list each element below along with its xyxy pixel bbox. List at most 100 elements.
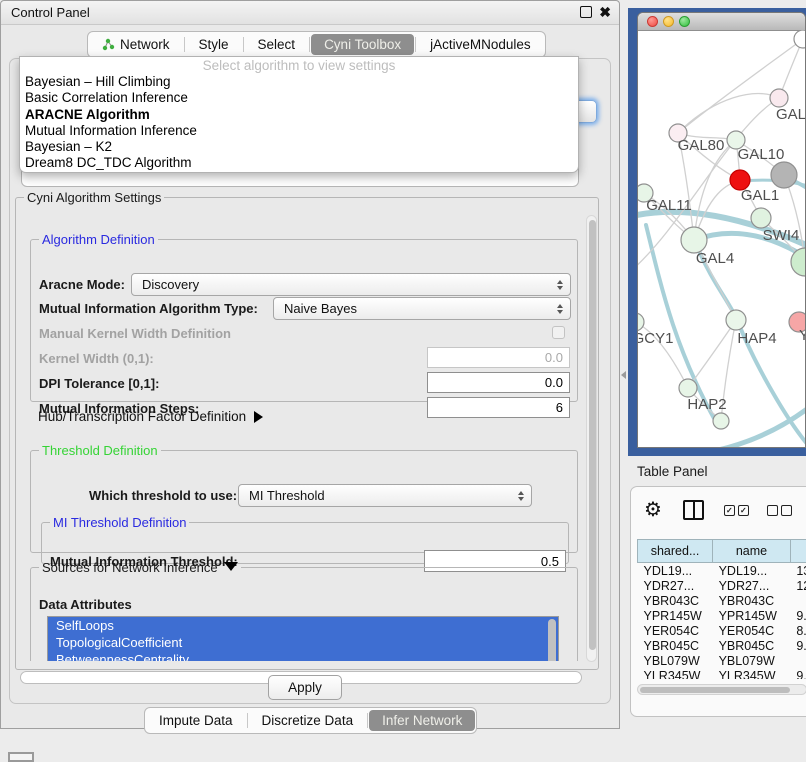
attributes-vscrollbar-thumb[interactable] (548, 619, 556, 661)
control-panel-tabbar: NetworkStyleSelectCyni ToolboxjActiveMNo… (87, 31, 546, 58)
attribute-item[interactable]: SelfLoops (48, 617, 558, 634)
network-canvas[interactable]: GALGAL80GAL10GAL1GAL11SWI4GAL4GCY1HAP4YH… (638, 30, 806, 448)
table-row[interactable]: YLR345WYLR345W9. (638, 668, 806, 679)
tab-impute-data[interactable]: Impute Data (146, 710, 246, 731)
table-row[interactable]: YER054CYER054C8. (638, 623, 806, 638)
dropdown-item[interactable]: Mutual Information Inference (20, 123, 578, 139)
apply-button[interactable]: Apply (268, 675, 342, 700)
minimized-window-fragment[interactable] (8, 752, 34, 762)
table-cell[interactable]: YER054C (713, 623, 791, 638)
table-row[interactable]: YBR045CYBR045C9. (638, 638, 806, 653)
table-row[interactable]: YBR043CYBR043C (638, 593, 806, 608)
table-cell[interactable]: 9. (790, 638, 806, 653)
table-cell[interactable] (790, 653, 806, 668)
table-cell[interactable]: YPR145W (713, 608, 791, 623)
columns-icon[interactable] (683, 500, 704, 520)
table-cell[interactable]: 8. (790, 623, 806, 638)
attribute-item[interactable]: BetweennessCentrality (48, 651, 558, 661)
dpi-tolerance-field[interactable]: 0.0 (427, 372, 570, 393)
table-cell[interactable]: YLR345W (638, 668, 713, 679)
table-hscrollbar[interactable] (637, 684, 806, 695)
table-cell[interactable]: 9. (790, 608, 806, 623)
tab-style[interactable]: Style (186, 34, 242, 55)
aracne-mode-combo[interactable]: Discovery (131, 273, 571, 296)
table-cell[interactable]: YDL19... (713, 563, 791, 579)
hub-definition-expander[interactable]: Hub/Transcription Factor Definition (38, 409, 263, 424)
kernel-width-field[interactable]: 0.0 (427, 347, 570, 368)
network-node-gal[interactable] (770, 89, 788, 107)
network-node[interactable] (771, 162, 797, 188)
table-row[interactable]: YDL19...YDL19...13 (638, 563, 806, 579)
column-header[interactable]: shared... (638, 540, 713, 563)
table-row[interactable]: YBL079WYBL079W (638, 653, 806, 668)
table-cell[interactable] (790, 593, 806, 608)
table-hscrollbar-thumb[interactable] (640, 687, 790, 693)
table-cell[interactable]: 13 (790, 563, 806, 579)
table-cell[interactable]: YLR345W (713, 668, 791, 679)
table-cell[interactable]: 9. (790, 668, 806, 679)
close-window-icon[interactable] (647, 16, 658, 27)
table-row[interactable]: YPR145WYPR145W9. (638, 608, 806, 623)
settings-vscrollbar[interactable] (586, 215, 597, 662)
float-window-icon[interactable] (580, 6, 592, 18)
split-collapse-handle[interactable] (621, 371, 626, 379)
table-row[interactable]: YDR27...YDR27...12 (638, 578, 806, 593)
minimize-window-icon[interactable] (663, 16, 674, 27)
close-panel-icon[interactable]: ✖ (599, 5, 611, 19)
network-edge[interactable] (678, 93, 779, 133)
table-cell[interactable]: YER054C (638, 623, 713, 638)
network-node[interactable] (713, 413, 729, 429)
tab-infer-network[interactable]: Infer Network (369, 710, 475, 731)
which-threshold-combo[interactable]: MI Threshold (238, 484, 532, 507)
node-label: GAL (776, 106, 806, 123)
gear-icon[interactable]: ⚙ (644, 500, 662, 520)
table-cell[interactable]: YBR045C (713, 638, 791, 653)
table-cell[interactable]: YBR045C (638, 638, 713, 653)
mi-type-combo[interactable]: Naive Bayes (273, 297, 571, 320)
table-cell[interactable]: YBL079W (713, 653, 791, 668)
network-window-titlebar[interactable] (638, 13, 805, 31)
dropdown-item[interactable]: Bayesian – Hill Climbing (20, 74, 578, 90)
data-attributes-list: SelfLoopsTopologicalCoefficientBetweenne… (47, 616, 559, 661)
tab-select[interactable]: Select (245, 34, 309, 55)
network-node-hap4[interactable] (726, 310, 746, 330)
control-panel-titlebar[interactable]: Control Panel ✖ (1, 1, 619, 25)
table-cell[interactable]: YDR27... (713, 578, 791, 593)
network-window[interactable]: GALGAL80GAL10GAL1GAL11SWI4GAL4GCY1HAP4YH… (637, 12, 806, 448)
show-selected-checkboxes[interactable]: ✓✓ (724, 505, 749, 516)
collapse-down-icon[interactable] (224, 562, 238, 571)
dropdown-item[interactable]: Basic Correlation Inference (20, 90, 578, 106)
dropdown-item[interactable]: Dream8 DC_TDC Algorithm (20, 155, 578, 171)
settings-vscrollbar-thumb[interactable] (589, 220, 596, 650)
network-edge[interactable] (688, 320, 736, 388)
tab-cyni-toolbox[interactable]: Cyni Toolbox (311, 34, 414, 55)
mi-steps-field[interactable]: 6 (427, 397, 570, 418)
table-cell[interactable]: YPR145W (638, 608, 713, 623)
tab-discretize-data[interactable]: Discretize Data (249, 710, 367, 731)
tab-network[interactable]: Network (89, 34, 183, 55)
algorithm-dropdown-list: Select algorithm to view settingsBayesia… (19, 56, 579, 173)
table-cell[interactable]: YBR043C (713, 593, 791, 608)
table-cell[interactable]: YBR043C (638, 593, 713, 608)
network-node-gcy1[interactable] (638, 313, 644, 331)
network-edge[interactable] (694, 140, 736, 240)
expand-right-icon[interactable] (254, 411, 263, 423)
table-cell[interactable]: YBL079W (638, 653, 713, 668)
table-cell[interactable]: YDL19... (638, 563, 713, 579)
network-node[interactable] (794, 30, 806, 48)
manual-kernel-checkbox[interactable] (552, 326, 565, 339)
hide-selected-checkboxes[interactable] (767, 505, 792, 516)
table-cell[interactable]: YDR27... (638, 578, 713, 593)
attribute-item[interactable]: TopologicalCoefficient (48, 634, 558, 651)
column-header[interactable]: name (713, 540, 791, 563)
column-header[interactable] (790, 540, 806, 563)
dropdown-item[interactable]: ARACNE Algorithm (20, 107, 578, 123)
network-edge[interactable] (638, 98, 779, 270)
network-node-hap2[interactable] (679, 379, 697, 397)
zoom-window-icon[interactable] (679, 16, 690, 27)
table-cell[interactable]: 12 (790, 578, 806, 593)
tab-jactivemnodules[interactable]: jActiveMNodules (417, 34, 544, 55)
dropdown-item[interactable]: Bayesian – K2 (20, 139, 578, 155)
combo-spinner-icon (518, 491, 524, 501)
network-node-swi4[interactable] (751, 208, 771, 228)
